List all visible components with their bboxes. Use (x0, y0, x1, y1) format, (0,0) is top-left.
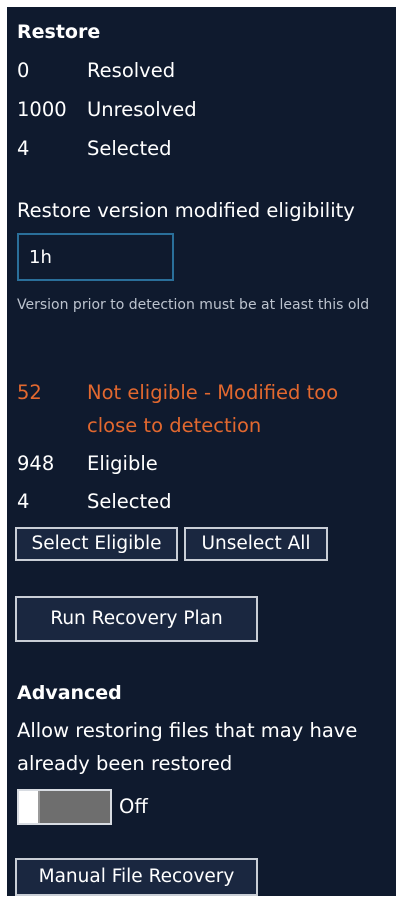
eligible-selected-label: Selected (87, 490, 172, 513)
resolved-label: Resolved (87, 59, 176, 82)
eligible-count: 948 (17, 452, 55, 475)
manual-file-recovery-button[interactable]: Manual File Recovery (15, 858, 258, 896)
not-eligible-count: 52 (17, 381, 42, 404)
advanced-heading: Advanced (17, 682, 122, 704)
eligibility-hint: Version prior to detection must be at le… (17, 297, 370, 313)
not-eligible-label-line1: Not eligible - Modified too (87, 381, 339, 404)
unselect-all-button[interactable]: Unselect All (184, 527, 328, 561)
unresolved-count: 1000 (17, 98, 67, 121)
selected-label: Selected (87, 137, 172, 160)
advanced-description-line2: already been restored (17, 752, 233, 775)
eligibility-input[interactable] (17, 233, 174, 281)
eligible-selected-count: 4 (17, 490, 30, 513)
run-recovery-plan-button[interactable]: Run Recovery Plan (15, 596, 258, 642)
toggle-track (38, 791, 110, 823)
selected-count: 4 (17, 137, 30, 160)
eligibility-label: Restore version modified eligibility (17, 199, 355, 222)
advanced-description-line1: Allow restoring files that may have (17, 719, 358, 742)
select-eligible-button[interactable]: Select Eligible (15, 527, 178, 561)
not-eligible-label-line2: close to detection (87, 414, 262, 437)
restore-again-toggle[interactable] (17, 789, 112, 825)
toggle-state-label: Off (119, 795, 148, 818)
unresolved-label: Unresolved (87, 98, 197, 121)
resolved-count: 0 (17, 59, 30, 82)
eligible-label: Eligible (87, 452, 158, 475)
recovery-panel: Restore 0 Resolved 1000 Unresolved 4 Sel… (7, 7, 396, 896)
restore-heading: Restore (17, 21, 101, 43)
toggle-knob (19, 791, 38, 823)
